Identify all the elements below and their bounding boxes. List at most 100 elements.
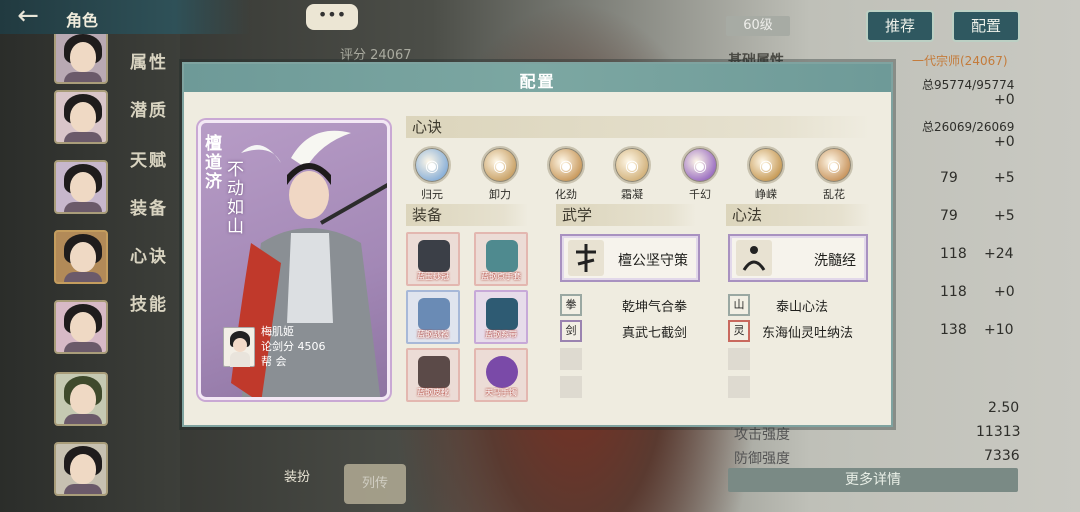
character-portrait[interactable] (54, 372, 108, 426)
empty-slot[interactable] (560, 376, 582, 398)
martial-sub-slot[interactable]: 拳 乾坤气合拳 (560, 294, 700, 316)
inner-main-name: 洗髓经 (814, 253, 856, 269)
owner-info: 梅肌姬 论剑分 4506 帮 会 (219, 323, 369, 373)
xieli-icon: ◉ (481, 146, 519, 184)
inner-sub-name: 泰山心法 (776, 300, 829, 315)
fist-icon: 拳 (560, 294, 582, 316)
inner-sub-slot[interactable]: 灵 东海仙灵吐纳法 (728, 320, 868, 342)
hp-total: 总95774/95774 (922, 78, 1015, 92)
stat-value: 79 (940, 208, 958, 224)
tab-talent[interactable]: 天赋 (130, 146, 168, 171)
character-portrait[interactable] (54, 230, 108, 284)
zhengrong-icon: ◉ (747, 146, 785, 184)
hero-title: 不动如山 (227, 160, 244, 237)
luanhua-icon: ◉ (815, 146, 853, 184)
martial-sub-name: 乾坤气合拳 (622, 300, 688, 315)
defense-label: 防御强度 (734, 451, 790, 467)
mind-skill-label: 峥嵘 (755, 188, 777, 201)
level-badge: 60级 (726, 16, 790, 36)
martial-sub-slot[interactable]: 剑 真武七截剑 (560, 320, 700, 342)
equip-label: 蓝钢点手套 (481, 272, 521, 281)
config-modal: 配置 檀道济 不动如山 梅肌姬 论剑分 4506 帮 会 心诀 ◉ 归元 ◉ 卸力 ◉ 化… (182, 62, 893, 427)
equip-label: 蓝玉纱冠 (417, 272, 449, 281)
martial-main-icon (568, 240, 604, 276)
empty-slot[interactable] (728, 376, 750, 398)
equip-slot-feet[interactable]: 蓝钢皮靴 (406, 348, 460, 402)
huajin-icon: ◉ (547, 146, 585, 184)
stat-value: 2.50 (988, 400, 1020, 416)
character-portrait[interactable] (54, 442, 108, 496)
character-portrait[interactable] (54, 90, 108, 144)
attack-value: 11313 (976, 424, 1021, 440)
config-button[interactable]: 配置 (952, 10, 1020, 42)
martial-main-slot[interactable]: 檀公坚守策 (560, 234, 700, 282)
tab-attributes[interactable]: 属性 (130, 48, 168, 73)
mind-skill-item[interactable]: ◉ 乱花 (812, 146, 856, 202)
hp-bonus: +0 (994, 92, 1015, 108)
owner-guild: 帮 会 (261, 355, 287, 368)
rank-label: 一代宗师(24067) (912, 54, 1008, 68)
mountain-icon: 山 (728, 294, 750, 316)
mp-bonus: +0 (994, 134, 1015, 150)
top-bar: ← 角色 (0, 0, 250, 34)
spirit-icon: 灵 (728, 320, 750, 342)
mind-skill-label: 千幻 (689, 188, 711, 201)
tab-equipment[interactable]: 装备 (130, 194, 168, 219)
mind-skill-header: 心诀 (406, 116, 870, 138)
mind-skill-item[interactable]: ◉ 峥嵘 (744, 146, 788, 202)
defense-value: 7336 (984, 448, 1020, 464)
owner-avatar (223, 327, 255, 367)
guiyuan-icon: ◉ (413, 146, 451, 184)
mp-total: 总26069/26069 (922, 120, 1015, 134)
equip-slot-belt[interactable]: 蓝钢系带 (474, 290, 528, 344)
stat-bonus: +24 (984, 246, 1014, 262)
martial-sub-name: 真武七截剑 (622, 326, 688, 341)
mind-skill-item[interactable]: ◉ 化劲 (544, 146, 588, 202)
outfit-button[interactable]: 装扮 (284, 466, 310, 485)
biography-button[interactable]: 列传 (344, 464, 406, 504)
gloves-icon (486, 240, 518, 272)
tab-mind-skill[interactable]: 心诀 (130, 242, 168, 267)
martial-arts-header: 武学 (556, 204, 696, 226)
equip-slot-accessory[interactable]: 天马手镯 (474, 348, 528, 402)
inner-method-header: 心法 (726, 204, 870, 226)
shuangning-icon: ◉ (613, 146, 651, 184)
mind-skill-label: 卸力 (489, 188, 511, 201)
stat-value: 118 (940, 284, 967, 300)
mind-skill-item[interactable]: ◉ 归元 (410, 146, 454, 202)
inner-sub-slot[interactable]: 山 泰山心法 (728, 294, 868, 316)
chat-bubble-icon[interactable]: ••• (306, 4, 358, 30)
mind-skill-item[interactable]: ◉ 卸力 (478, 146, 522, 202)
page-title: 角色 (66, 11, 99, 30)
mind-skill-label: 霜凝 (621, 188, 643, 201)
bracelet-icon (486, 356, 518, 388)
robe-icon (418, 298, 450, 330)
empty-slot[interactable] (560, 348, 582, 370)
empty-slot[interactable] (728, 348, 750, 370)
mind-skill-item[interactable]: ◉ 霜凝 (610, 146, 654, 202)
more-details-button[interactable]: 更多详情 (728, 468, 1018, 492)
mind-skill-item[interactable]: ◉ 千幻 (678, 146, 722, 202)
equip-slot-body[interactable]: 蓝钢战袍 (406, 290, 460, 344)
character-portrait[interactable] (54, 30, 108, 84)
owner-score: 论剑分 4506 (261, 340, 326, 353)
stat-bonus: +5 (994, 208, 1015, 224)
mind-skill-label: 化劲 (555, 188, 577, 201)
stat-value: 118 (940, 246, 967, 262)
recommend-button[interactable]: 推荐 (866, 10, 934, 42)
character-portrait[interactable] (54, 300, 108, 354)
inner-sub-name: 东海仙灵吐纳法 (762, 326, 854, 341)
character-portrait[interactable] (54, 160, 108, 214)
tab-skills[interactable]: 技能 (130, 290, 168, 315)
hero-card[interactable]: 檀道济 不动如山 梅肌姬 论剑分 4506 帮 会 (198, 120, 390, 400)
equipment-header: 装备 (406, 204, 528, 226)
modal-header: 配置 (184, 64, 891, 92)
back-arrow-icon[interactable]: ← (6, 3, 50, 30)
martial-main-name: 檀公坚守策 (618, 253, 688, 269)
owner-name: 梅肌姬 (261, 325, 294, 338)
inner-main-slot[interactable]: 洗髓经 (728, 234, 868, 282)
tab-potential[interactable]: 潜质 (130, 96, 168, 121)
equip-slot-hands[interactable]: 蓝钢点手套 (474, 232, 528, 286)
stat-value: 79 (940, 170, 958, 186)
equip-slot-head[interactable]: 蓝玉纱冠 (406, 232, 460, 286)
